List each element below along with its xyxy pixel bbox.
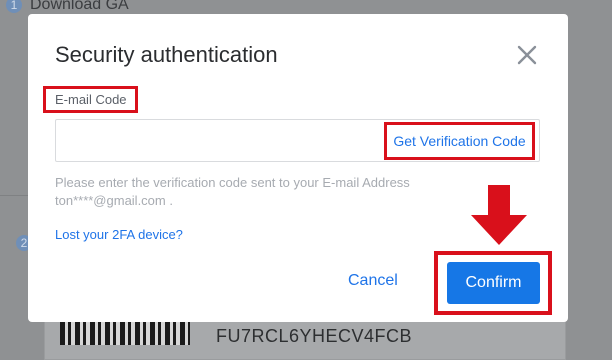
cancel-button[interactable]: Cancel [348, 272, 398, 290]
verification-hint: Please enter the verification code sent … [55, 174, 455, 210]
down-arrow-icon [471, 185, 527, 245]
get-verification-code-button[interactable]: Get Verification Code [384, 122, 535, 160]
secret-key-text: FU7RCL6YHECV4FCB [216, 326, 413, 346]
dialog-title: Security authentication [55, 42, 278, 67]
hint-text: Please enter the verification code sent … [55, 175, 410, 190]
step-number: 1 [6, 0, 22, 13]
email-code-label: E-mail Code [43, 86, 138, 113]
close-button[interactable] [512, 40, 542, 70]
qr-code-image [60, 322, 190, 345]
masked-email: ton****@gmail.com . [55, 193, 173, 208]
background-step-1: 1 Download GA [6, 0, 129, 14]
confirm-button[interactable]: Confirm [447, 262, 540, 304]
step-title: Download GA [30, 0, 129, 13]
security-authentication-dialog: Security authentication E-mail Code Get … [28, 14, 568, 322]
background-divider [0, 195, 30, 196]
close-icon [517, 45, 537, 65]
lost-2fa-link[interactable]: Lost your 2FA device? [55, 227, 183, 242]
